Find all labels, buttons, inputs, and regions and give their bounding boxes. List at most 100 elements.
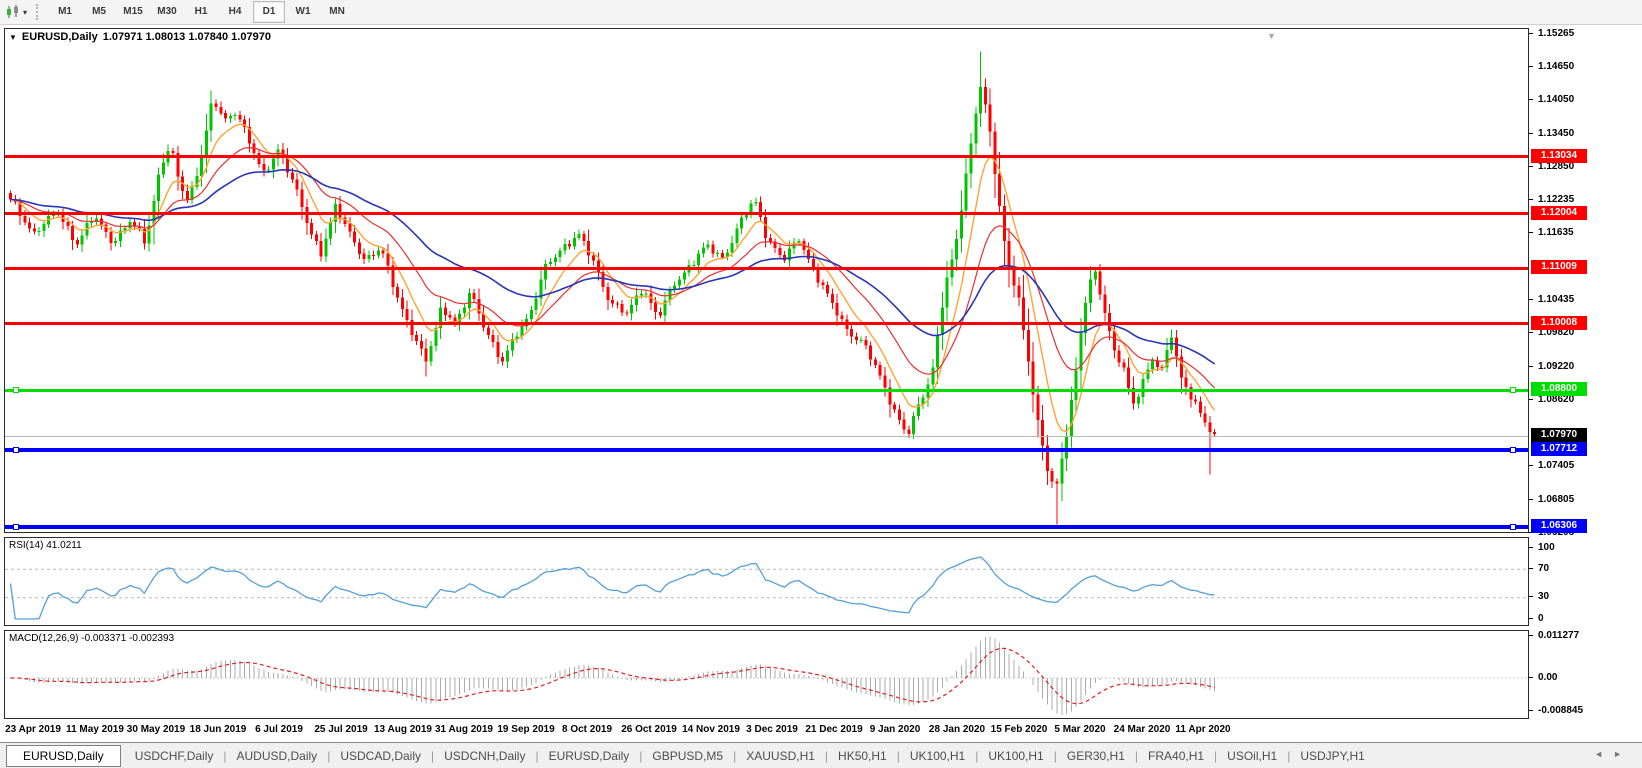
price-axis-tick: 1.06805 xyxy=(1529,493,1574,505)
bid-price-badge: 1.07970 xyxy=(1531,428,1587,442)
timeframe-button-m1[interactable]: M1 xyxy=(49,1,81,23)
line-handle-left[interactable] xyxy=(13,387,19,393)
candlestick-mode-icon[interactable] xyxy=(4,4,22,20)
tab-scroll-left-icon[interactable]: ◄ xyxy=(1594,749,1613,759)
tab-scroll-arrows[interactable]: ◄► xyxy=(1594,749,1632,759)
date-axis-label: 24 Mar 2020 xyxy=(1114,724,1171,735)
horizontal-line-1.08800[interactable] xyxy=(5,389,1528,392)
bid-price-line xyxy=(5,436,1528,437)
chart-tab-usdcnh-daily[interactable]: USDCNH,Daily xyxy=(434,746,535,766)
horizontal-line-1.13034[interactable] xyxy=(5,155,1528,158)
rsi-label: RSI(14) 41.0211 xyxy=(9,540,82,551)
date-axis-label: 19 Sep 2019 xyxy=(497,724,554,735)
horizontal-line-1.07712[interactable] xyxy=(5,448,1528,452)
line-price-badge: 1.06306 xyxy=(1531,519,1587,533)
macd-label: MACD(12,26,9) -0.003371 -0.002393 xyxy=(9,633,174,644)
timeframe-button-h4[interactable]: H4 xyxy=(219,1,251,23)
chart-tab-uk100-h1[interactable]: UK100,H1 xyxy=(900,746,975,766)
date-axis-label: 11 May 2019 xyxy=(66,724,124,735)
date-axis-label: 3 Dec 2019 xyxy=(746,724,798,735)
timeframe-button-m30[interactable]: M30 xyxy=(151,1,183,23)
scroll-position-marker-icon[interactable]: ▼ xyxy=(1267,31,1276,41)
chart-tab-audusd-daily[interactable]: AUDUSD,Daily xyxy=(227,746,328,766)
rsi-axis-tick: 30 xyxy=(1529,591,1549,603)
toolbar-grip[interactable] xyxy=(36,4,38,20)
price-axis-tick: 1.10435 xyxy=(1529,293,1574,305)
line-handle-right[interactable] xyxy=(1510,524,1516,530)
rsi-indicator-pane[interactable]: RSI(14) 41.0211 xyxy=(4,537,1529,626)
chart-tab-xauusd-h1[interactable]: XAUUSD,H1 xyxy=(736,746,825,766)
horizontal-line-1.10008[interactable] xyxy=(5,322,1528,325)
line-handle-left[interactable] xyxy=(13,524,19,530)
line-price-badge: 1.11009 xyxy=(1531,260,1587,274)
horizontal-line-1.06306[interactable] xyxy=(5,525,1528,529)
price-axis-tick: 1.11635 xyxy=(1529,227,1574,239)
chart-tabs: EURUSD,DailyUSDCHF,Daily|AUDUSD,Daily|US… xyxy=(6,745,1375,767)
chart-tab-bar: EURUSD,DailyUSDCHF,Daily|AUDUSD,Daily|US… xyxy=(0,742,1642,768)
date-axis[interactable]: 23 Apr 2019 11 May 201930 May 2019 18 Jun … xyxy=(4,722,1529,740)
chart-type-dropdown-caret[interactable]: ▾ xyxy=(23,8,27,17)
date-axis-label: 18 Jun 2019 xyxy=(190,724,247,735)
price-axis-tick: 1.14050 xyxy=(1529,94,1574,106)
date-axis-label: 21 Dec 2019 xyxy=(805,724,862,735)
date-axis-label: 14 Nov 2019 xyxy=(682,724,740,735)
horizontal-line-1.12004[interactable] xyxy=(5,212,1528,215)
chart-tab-fra40-h1[interactable]: FRA40,H1 xyxy=(1138,746,1214,766)
date-axis-label: 25 Jul 2019 xyxy=(314,724,367,735)
macd-axis: 0.011277 0.00 -0.008845 xyxy=(1529,630,1642,719)
macd-indicator-pane[interactable]: MACD(12,26,9) -0.003371 -0.002393 xyxy=(4,630,1529,719)
chart-tab-eurusd-daily[interactable]: EURUSD,Daily xyxy=(539,746,640,766)
line-handle-right[interactable] xyxy=(1510,447,1516,453)
price-axis-tick: 1.07405 xyxy=(1529,460,1574,472)
line-price-badge: 1.13034 xyxy=(1531,149,1587,163)
line-price-badge: 1.12004 xyxy=(1531,206,1587,220)
chart-symbol-label: EURUSD,Daily xyxy=(22,31,98,43)
chart-tab-ger30-h1[interactable]: GER30,H1 xyxy=(1057,746,1135,766)
date-axis-label: 13 Aug 2019 xyxy=(374,724,432,735)
timeframe-button-h1[interactable]: H1 xyxy=(185,1,217,23)
line-handle-right[interactable] xyxy=(1510,387,1516,393)
macd-axis-tick: 0.00 xyxy=(1529,671,1557,683)
chart-tab-usoil-h1[interactable]: USOil,H1 xyxy=(1217,746,1287,766)
date-axis-label: 23 Apr 2019 xyxy=(5,724,61,735)
chart-tab-usdjpy-h1[interactable]: USDJPY,H1 xyxy=(1290,746,1374,766)
line-price-badge: 1.07712 xyxy=(1531,442,1587,456)
price-axis-tick: 1.14650 xyxy=(1529,61,1574,73)
line-handle-left[interactable] xyxy=(13,447,19,453)
macd-axis-tick: 0.011277 xyxy=(1529,629,1579,641)
rsi-axis-tick: 100 xyxy=(1529,541,1555,553)
price-axis-tick: 1.12235 xyxy=(1529,194,1574,206)
line-price-badge: 1.08800 xyxy=(1531,382,1587,396)
rsi-axis-tick: 70 xyxy=(1529,562,1549,574)
timeframe-buttons: M1M5M15M30H1H4D1W1MN xyxy=(48,1,354,23)
chart-tab-uk100-h1[interactable]: UK100,H1 xyxy=(978,746,1053,766)
date-axis-label: 9 Jan 2020 xyxy=(870,724,921,735)
horizontal-line-1.11009[interactable] xyxy=(5,267,1528,270)
timeframe-button-w1[interactable]: W1 xyxy=(287,1,319,23)
price-axis-tick: 1.15265 xyxy=(1529,27,1574,39)
timeframe-button-m5[interactable]: M5 xyxy=(83,1,115,23)
chart-tab-gbpusd-m5[interactable]: GBPUSD,M5 xyxy=(642,746,733,766)
rsi-axis-tick: 0 xyxy=(1529,612,1544,624)
rsi-axis: 100 70 30 0 xyxy=(1529,537,1642,626)
chart-ohlc-values: 1.07971 1.08013 1.07840 1.07970 xyxy=(103,31,271,43)
chart-title: ▼ EURUSD,Daily 1.07971 1.08013 1.07840 1… xyxy=(9,31,271,43)
tab-scroll-right-icon[interactable]: ► xyxy=(1613,749,1632,759)
timeframe-button-m15[interactable]: M15 xyxy=(117,1,149,23)
macd-axis-tick: -0.008845 xyxy=(1529,704,1583,716)
chart-tab-usdchf-daily[interactable]: USDCHF,Daily xyxy=(125,746,224,766)
chart-tab-usdcad-daily[interactable]: USDCAD,Daily xyxy=(330,746,431,766)
chart-tab-eurusd-daily[interactable]: EURUSD,Daily xyxy=(6,745,121,767)
price-axis[interactable]: 1.152651.146501.140501.134501.128501.122… xyxy=(1529,28,1642,533)
chart-tab-hk50-h1[interactable]: HK50,H1 xyxy=(828,746,897,766)
date-axis-label: 30 May 2019 xyxy=(127,724,185,735)
line-price-badge: 1.10008 xyxy=(1531,316,1587,330)
date-axis-label: 31 Aug 2019 xyxy=(435,724,493,735)
chart-menu-caret-icon[interactable]: ▼ xyxy=(9,33,17,42)
date-axis-label: 8 Oct 2019 xyxy=(562,724,612,735)
price-axis-tick: 1.09220 xyxy=(1529,360,1574,372)
timeframe-button-mn[interactable]: MN xyxy=(321,1,353,23)
date-axis-label: 11 Apr 2020 xyxy=(1175,724,1230,735)
price-chart-pane[interactable]: ▼ EURUSD,Daily 1.07971 1.08013 1.07840 1… xyxy=(4,28,1529,533)
timeframe-button-d1[interactable]: D1 xyxy=(253,1,285,23)
